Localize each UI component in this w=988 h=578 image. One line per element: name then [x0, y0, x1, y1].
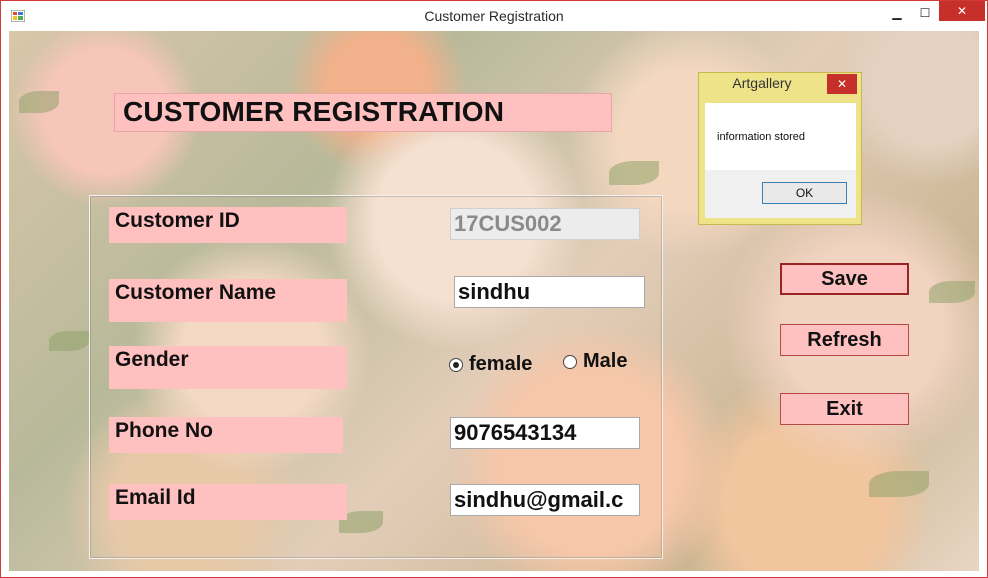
- form-heading: CUSTOMER REGISTRATION: [114, 93, 612, 132]
- maximize-button[interactable]: ☐: [911, 3, 939, 23]
- background-leaf: [929, 281, 975, 303]
- title-bar[interactable]: Customer Registration ▁ ☐ ✕: [1, 1, 987, 31]
- refresh-button[interactable]: Refresh: [780, 324, 909, 356]
- message-box-footer: OK: [705, 170, 856, 218]
- background-leaf: [869, 471, 929, 497]
- customer-id-field[interactable]: 17CUS002: [450, 208, 640, 240]
- radio-unselected-icon: [563, 354, 577, 369]
- message-box: Artgallery ✕ information stored OK: [698, 72, 862, 225]
- customer-name-value: sindhu: [458, 279, 531, 304]
- email-input[interactable]: sindhu@gmail.c: [450, 484, 640, 516]
- phone-value: 9076543134: [454, 420, 577, 445]
- message-box-title: Artgallery: [732, 75, 792, 91]
- customer-id-value: 17CUS002: [454, 211, 562, 236]
- exit-button[interactable]: Exit: [780, 393, 909, 425]
- phone-label-text: Phone No: [115, 419, 213, 442]
- close-button[interactable]: ✕: [939, 1, 985, 21]
- gender-radio-male[interactable]: Male: [563, 350, 627, 373]
- phone-input[interactable]: 9076543134: [450, 417, 640, 449]
- gender-female-label: female: [469, 353, 533, 375]
- message-text: information stored: [717, 131, 806, 143]
- customer-id-label-text: Customer ID: [115, 209, 240, 232]
- minimize-button[interactable]: ▁: [883, 3, 911, 23]
- customer-id-label: Customer ID: [109, 207, 347, 243]
- phone-label: Phone No: [109, 417, 343, 453]
- customer-name-label-text: Customer Name: [115, 281, 277, 304]
- email-label: Email Id: [109, 484, 347, 520]
- main-window: Customer Registration ▁ ☐ ✕ CUSTOMER REG…: [0, 0, 988, 578]
- ok-button[interactable]: OK: [762, 182, 847, 204]
- window-title: Customer Registration: [424, 8, 564, 24]
- message-box-close-button[interactable]: ✕: [827, 74, 857, 94]
- gender-label-text: Gender: [115, 348, 189, 371]
- save-button[interactable]: Save: [780, 263, 909, 295]
- form-heading-text: CUSTOMER REGISTRATION: [123, 96, 505, 127]
- background-leaf: [49, 331, 89, 351]
- radio-selected-icon: [449, 357, 463, 372]
- customer-name-label: Customer Name: [109, 279, 347, 322]
- email-label-text: Email Id: [115, 486, 196, 509]
- gender-male-label: Male: [583, 350, 628, 372]
- gender-label: Gender: [109, 346, 347, 389]
- background-leaf: [19, 91, 59, 113]
- gender-radio-female[interactable]: female: [449, 353, 532, 376]
- message-box-body: information stored: [705, 103, 856, 170]
- customer-name-input[interactable]: sindhu: [454, 276, 645, 308]
- email-value: sindhu@gmail.c: [454, 487, 624, 512]
- background-leaf: [609, 161, 659, 185]
